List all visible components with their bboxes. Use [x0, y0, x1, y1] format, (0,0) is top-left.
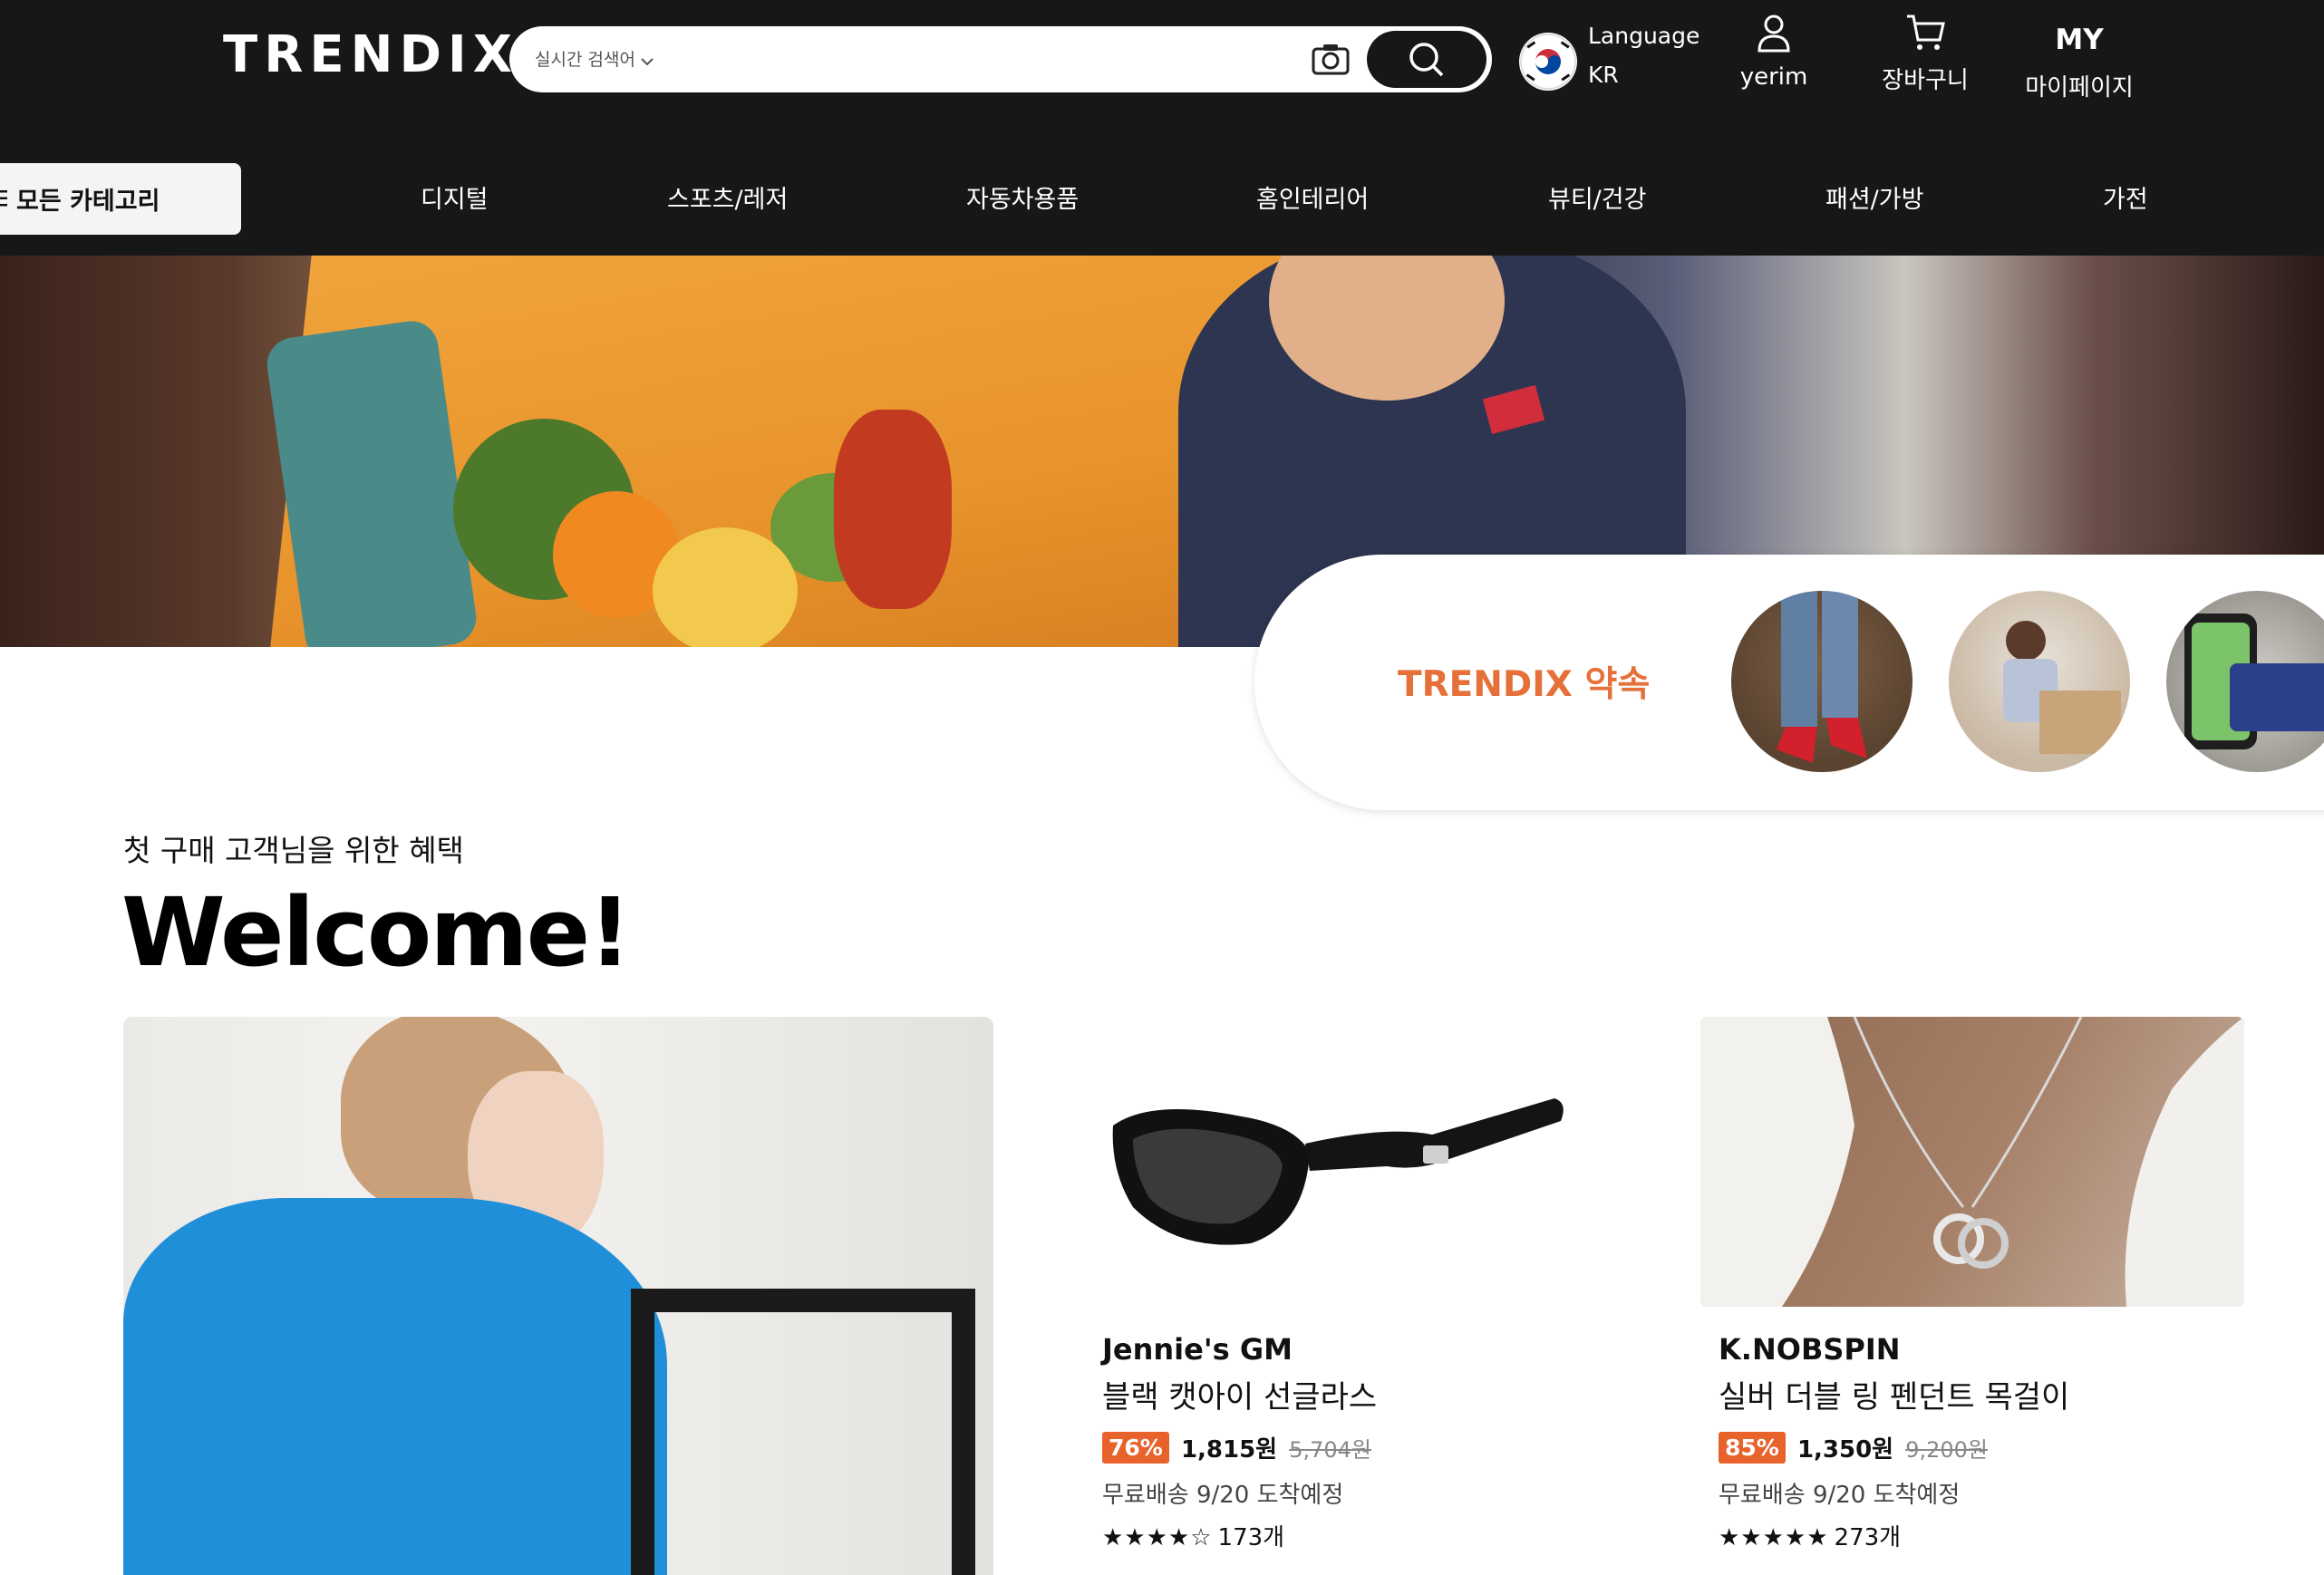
shipping-info: 무료배송 9/20 도착예정 — [1719, 1482, 1961, 1509]
review-count[interactable]: 173개 — [1218, 1524, 1285, 1551]
cart-label: 장바구니 — [1882, 67, 1969, 94]
original-price: 9,200원 — [1905, 1437, 1988, 1463]
promise-image-packing[interactable] — [1949, 591, 2130, 772]
shipping-info: 무료배송 9/20 도착예정 — [1102, 1482, 1344, 1509]
nav-auto-supplies[interactable]: 자동차용품 — [966, 179, 1079, 215]
top-header: TRENDIX 실시간 검색어 Language KR yerim 장바구니 M… — [0, 0, 2324, 256]
mypage-label: 마이페이지 — [2025, 74, 2134, 101]
product-card[interactable]: Jennie's GM 블랙 캣아이 선글라스 76% 1,815원 5,704… — [1097, 1017, 1641, 1551]
promise-card[interactable]: TRENDIX 약속 — [1254, 555, 2324, 810]
nav-digital[interactable]: 디지털 — [421, 179, 489, 215]
nav-appliances[interactable]: 가전 — [2103, 179, 2148, 215]
product-name[interactable]: 블랙 캣아이 선글라스 — [1102, 1372, 1646, 1416]
product-card[interactable]: K.NOBSPIN 실버 더블 링 펜던트 목걸이 85% 1,350원 9,2… — [1700, 1017, 2244, 1551]
language-value[interactable]: KR — [1588, 62, 1619, 88]
search-icon — [1409, 43, 1444, 77]
product-info: K.NOBSPIN 실버 더블 링 펜던트 목걸이 85% 1,350원 9,2… — [1719, 1332, 2262, 1552]
user-name: yerim — [1739, 63, 1808, 91]
rating-row: ★★★★★ 273개 — [1719, 1519, 2262, 1552]
trending-search-dropdown[interactable]: 실시간 검색어 — [535, 46, 654, 71]
chevron-down-icon — [641, 51, 654, 71]
discount-badge: 76% — [1102, 1432, 1169, 1464]
welcome-subtitle: 첫 구매 고객님을 위한 혜택 — [123, 833, 464, 868]
cart-button[interactable]: 장바구니 — [1874, 13, 1976, 95]
review-count[interactable]: 273개 — [1835, 1524, 1902, 1551]
feature-image-model[interactable] — [123, 1017, 993, 1575]
search-bar: 실시간 검색어 — [509, 26, 1492, 92]
nav-beauty-health[interactable]: 뷰티/건강 — [1548, 179, 1646, 215]
search-input[interactable] — [745, 39, 1216, 79]
nav-sports-leisure[interactable]: 스포츠/레저 — [667, 179, 788, 215]
promise-title: TRENDIX 약속 — [1398, 664, 1651, 705]
hero-banana — [653, 527, 798, 647]
korea-flag-icon[interactable] — [1519, 33, 1577, 91]
star-rating-icon: ★★★★★ — [1719, 1524, 1829, 1551]
mypage-button[interactable]: MY 마이페이지 — [2016, 13, 2143, 102]
hero-sauce-bottle — [834, 410, 952, 609]
discount-badge: 85% — [1719, 1432, 1786, 1464]
sale-price: 1,350원 — [1796, 1436, 1894, 1464]
product-name[interactable]: 실버 더블 링 펜던트 목걸이 — [1719, 1372, 2262, 1416]
camera-icon[interactable] — [1311, 41, 1351, 77]
trending-search-label: 실시간 검색어 — [535, 50, 635, 70]
menu-icon — [0, 190, 7, 207]
cart-icon — [1907, 14, 1945, 50]
trendix-logo[interactable]: TRENDIX — [223, 25, 518, 84]
product-brand[interactable]: K.NOBSPIN — [1719, 1332, 2262, 1367]
rating-row: ★★★★☆ 173개 — [1102, 1519, 1646, 1552]
product-info: Jennie's GM 블랙 캣아이 선글라스 76% 1,815원 5,704… — [1102, 1332, 1646, 1552]
original-price: 5,704원 — [1289, 1437, 1371, 1463]
feature-black-chair — [631, 1289, 975, 1575]
product-brand[interactable]: Jennie's GM — [1102, 1332, 1646, 1367]
search-button[interactable] — [1367, 31, 1486, 88]
user-icon — [1758, 14, 1790, 53]
all-categories-label: 모든 카테고리 — [16, 188, 160, 216]
nav-fashion-bags[interactable]: 패션/가방 — [1825, 179, 1923, 215]
language-label[interactable]: Language — [1588, 23, 1699, 49]
promise-image-payment[interactable] — [2166, 591, 2324, 772]
sale-price: 1,815원 — [1180, 1436, 1278, 1464]
star-rating-icon: ★★★★☆ — [1102, 1524, 1213, 1551]
product-image-necklace[interactable] — [1700, 1017, 2244, 1307]
my-label: MY — [2055, 24, 2104, 56]
price-row: 85% 1,350원 9,200원 — [1719, 1431, 2262, 1467]
nav-home-interior[interactable]: 홈인테리어 — [1256, 179, 1369, 215]
user-menu[interactable]: yerim — [1733, 13, 1815, 91]
product-image-sunglasses[interactable] — [1097, 1017, 1641, 1307]
price-row: 76% 1,815원 5,704원 — [1102, 1431, 1646, 1467]
welcome-title: Welcome! — [121, 877, 632, 988]
all-categories-button[interactable]: 모든 카테고리 — [0, 163, 241, 235]
feature-blue-sweater — [123, 1198, 667, 1575]
promise-image-shoes[interactable] — [1731, 591, 1912, 772]
